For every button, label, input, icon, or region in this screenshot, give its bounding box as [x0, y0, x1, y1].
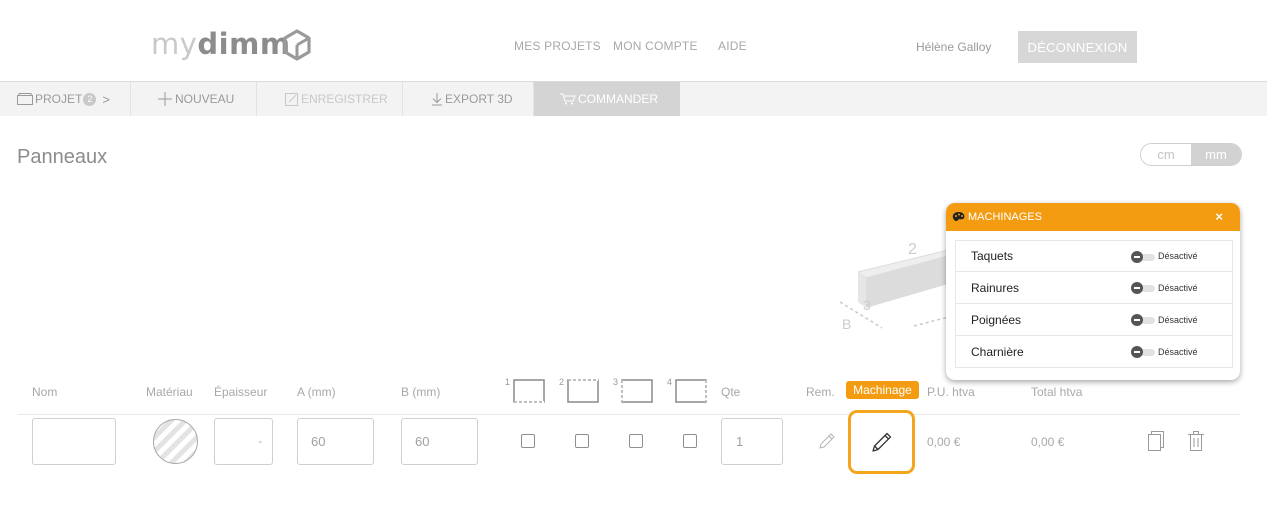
unit-mm[interactable]: mm [1191, 144, 1241, 165]
machining-item-label: Charnière [971, 344, 1024, 359]
toggle-switch[interactable] [1131, 346, 1155, 358]
edge-4-checkbox[interactable] [683, 434, 697, 448]
edge-3-checkbox[interactable] [629, 434, 643, 448]
unit-price-value: 0,00 € [927, 435, 961, 449]
dimension-a-input[interactable]: 60 [297, 418, 374, 465]
name-input[interactable] [32, 418, 116, 465]
machining-list: Taquets Désactivé Rainures Désactivé Poi… [955, 240, 1233, 368]
nav-mon-compte[interactable]: MON COMPTE [613, 39, 698, 53]
col-header-qty: Qte [721, 385, 741, 399]
unit-toggle[interactable]: cm mm [1140, 143, 1242, 166]
edge-3-icon: 3 [613, 377, 653, 403]
quantity-input[interactable]: 1 [721, 418, 783, 465]
project-count-badge: 2 [83, 92, 97, 106]
save-button[interactable]: ENREGISTRER [257, 82, 403, 116]
col-header-total: Total htva [1031, 385, 1083, 399]
logo-my: my [151, 27, 198, 61]
col-header-rem: Rem. [806, 385, 835, 399]
export-3d-button[interactable]: EXPORT 3D [403, 82, 534, 116]
machining-item-taquets[interactable]: Taquets Désactivé [955, 240, 1233, 272]
edge-number: 3 [613, 377, 619, 387]
order-label: COMMANDER [578, 92, 658, 106]
minus-icon [1131, 282, 1143, 294]
trash-icon[interactable] [1187, 430, 1205, 452]
machining-item-poignees[interactable]: Poignées Désactivé [955, 304, 1233, 336]
dimension-b-input[interactable]: 60 [401, 418, 478, 465]
total-price-value: 0,00 € [1031, 435, 1065, 449]
nav-mes-projets[interactable]: MES PROJETS [514, 39, 601, 53]
minus-icon [1131, 346, 1143, 358]
col-header-machining: Machinage [846, 381, 919, 399]
cube-logo-icon [283, 29, 311, 61]
drawing-label-2: 2 [908, 241, 917, 258]
drawing-label-3: 3 [863, 297, 871, 313]
col-header-unit-price: P.U. htva [927, 385, 975, 399]
download-icon [432, 93, 442, 106]
cart-icon [560, 93, 576, 105]
toggle-switch[interactable] [1131, 282, 1155, 294]
machining-item-label: Taquets [971, 249, 1014, 263]
edit-document-icon [285, 93, 298, 106]
material-swatch[interactable] [153, 419, 198, 464]
toggle-state: Désactivé [1158, 251, 1198, 261]
unit-cm[interactable]: cm [1141, 144, 1191, 165]
machining-item-rainures[interactable]: Rainures Désactivé [955, 272, 1233, 304]
folder-icon [17, 93, 33, 105]
minus-icon [1131, 314, 1143, 326]
col-header-a: A (mm) [297, 385, 336, 399]
edge-2-checkbox[interactable] [575, 434, 589, 448]
header: mydimm MES PROJETS MON COMPTE AIDE Hélèn… [0, 0, 1267, 81]
project-label: PROJET [35, 92, 83, 106]
toggle-state: Désactivé [1158, 314, 1198, 325]
close-icon[interactable]: × [1215, 209, 1223, 224]
new-button[interactable]: NOUVEAU [131, 82, 257, 116]
thickness-select[interactable]: - [214, 418, 273, 465]
machining-popup: MACHINAGES × Taquets Désactivé Rainures … [946, 203, 1240, 380]
toggle-state: Désactivé [1158, 282, 1198, 293]
edge-1-checkbox[interactable] [521, 434, 535, 448]
drawing-label-b: B [842, 316, 851, 332]
new-label: NOUVEAU [175, 92, 235, 106]
edge-number: 1 [505, 377, 511, 387]
logout-button[interactable]: DÉCONNEXION [1018, 31, 1137, 63]
palette-icon [952, 212, 965, 222]
minus-icon [1131, 251, 1143, 263]
col-header-name: Nom [32, 385, 58, 399]
plus-icon [158, 92, 172, 106]
toolbar: PROJET 2 > NOUVEAU ENREGISTRER EXPORT 3D… [0, 81, 1267, 116]
edge-2-icon: 2 [559, 377, 599, 403]
toggle-switch[interactable] [1131, 251, 1155, 263]
edge-1-icon: 1 [505, 377, 545, 403]
logo-dimm: dimm [197, 27, 291, 61]
nav-aide[interactable]: AIDE [718, 39, 747, 53]
pencil-icon [871, 432, 891, 452]
order-button[interactable]: COMMANDER [534, 82, 680, 116]
col-header-thickness: Épaisseur [214, 385, 268, 399]
machining-item-label: Rainures [971, 280, 1020, 295]
logo[interactable]: mydimm [151, 27, 291, 61]
chevron-right-icon: > [102, 91, 110, 107]
machining-item-label: Poignées [971, 312, 1022, 327]
remark-pencil-icon[interactable] [818, 432, 836, 450]
col-header-b: B (mm) [401, 385, 441, 399]
row-divider [18, 414, 1240, 415]
machining-popup-header: MACHINAGES × [946, 203, 1240, 231]
machining-item-charniere[interactable]: Charnière Désactivé [955, 336, 1233, 368]
duplicate-icon[interactable] [1147, 430, 1165, 452]
project-menu[interactable]: PROJET 2 > [0, 82, 131, 116]
edge-number: 2 [559, 377, 565, 387]
page-title: Panneaux [17, 146, 108, 168]
user-name[interactable]: Hélène Galloy [916, 40, 991, 54]
toggle-state: Désactivé [1158, 346, 1198, 357]
col-header-material: Matériau [146, 385, 193, 399]
edge-4-icon: 4 [667, 377, 707, 403]
export-label: EXPORT 3D [445, 92, 513, 106]
toggle-switch[interactable] [1131, 314, 1155, 326]
machining-button[interactable] [848, 410, 915, 474]
edge-number: 4 [667, 377, 673, 387]
machining-popup-title: MACHINAGES [968, 211, 1042, 223]
save-label: ENREGISTRER [301, 92, 388, 106]
